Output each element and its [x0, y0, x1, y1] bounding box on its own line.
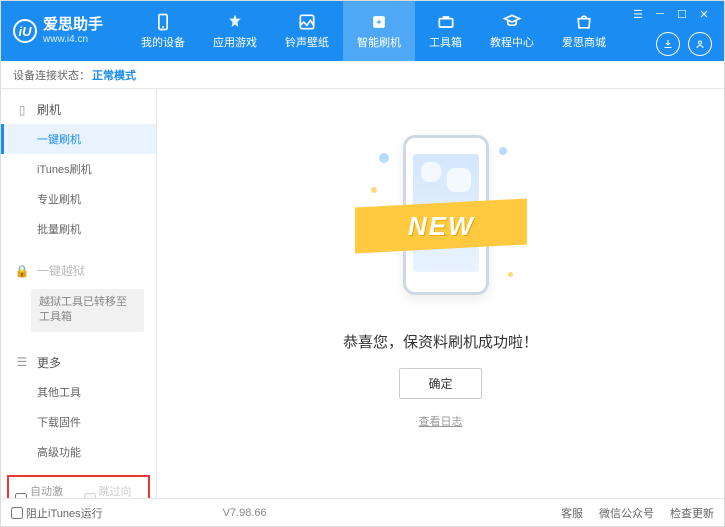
nav-apps-games[interactable]: 应用游戏	[199, 1, 271, 61]
sidebar-item-advanced[interactable]: 高级功能	[1, 437, 156, 467]
list-icon: ☰	[15, 355, 29, 369]
footer-check-update[interactable]: 检查更新	[670, 505, 714, 521]
phone-small-icon: ▯	[15, 103, 29, 117]
logo-icon: iU	[13, 19, 37, 43]
sidebar-item-other-tools[interactable]: 其他工具	[1, 377, 156, 407]
new-banner: NEW	[355, 198, 527, 253]
footer-support[interactable]: 客服	[561, 505, 583, 521]
sidebar-section-flash[interactable]: ▯ 刷机	[1, 95, 156, 124]
status-value: 正常模式	[92, 67, 136, 83]
sidebar-item-pro-flash[interactable]: 专业刷机	[1, 184, 156, 214]
phone-icon	[153, 12, 173, 32]
sidebar-item-one-click-flash[interactable]: 一键刷机	[1, 124, 156, 154]
footer-bar: 阻止iTunes运行 V7.98.66 客服 微信公众号 检查更新	[1, 498, 724, 526]
close-icon[interactable]: ✕	[696, 6, 712, 22]
view-log-link[interactable]: 查看日志	[419, 413, 463, 429]
maximize-icon[interactable]: ☐	[674, 6, 690, 22]
auto-activate-checkbox[interactable]: 自动激活	[15, 483, 74, 498]
flash-options-highlight: 自动激活 跳过向导	[7, 475, 150, 498]
sidebar-item-itunes-flash[interactable]: iTunes刷机	[1, 154, 156, 184]
sidebar-item-download-firmware[interactable]: 下载固件	[1, 407, 156, 437]
menu-icon[interactable]: ☰	[630, 6, 646, 22]
logo-area: iU 爱思助手 www.i4.cn	[13, 17, 103, 45]
sidebar-section-more[interactable]: ☰ 更多	[1, 348, 156, 377]
apps-icon	[225, 12, 245, 32]
nav-toolbox[interactable]: 工具箱	[415, 1, 476, 61]
jailbreak-moved-note: 越狱工具已转移至工具箱	[31, 289, 144, 332]
status-label: 设备连接状态：	[13, 67, 90, 83]
app-name: 爱思助手	[43, 17, 103, 34]
nav-store[interactable]: 爱思商城	[548, 1, 620, 61]
nav-my-device[interactable]: 我的设备	[127, 1, 199, 61]
ok-button[interactable]: 确定	[399, 368, 481, 399]
block-itunes-checkbox[interactable]: 阻止iTunes运行	[11, 505, 103, 521]
connection-status-bar: 设备连接状态： 正常模式	[1, 61, 724, 89]
nav-tutorial[interactable]: 教程中心	[476, 1, 548, 61]
flash-icon	[369, 12, 389, 32]
user-icon[interactable]	[688, 32, 712, 56]
download-icon[interactable]	[656, 32, 680, 56]
minimize-icon[interactable]: ─	[652, 6, 668, 22]
main-content: NEW 恭喜您，保资料刷机成功啦！ 确定 查看日志	[157, 89, 724, 498]
store-icon	[574, 12, 594, 32]
tutorial-icon	[502, 12, 522, 32]
top-nav: 我的设备 应用游戏 铃声壁纸 智能刷机 工具箱 教程中心 爱思商城	[127, 1, 630, 61]
lock-icon: 🔒	[15, 264, 29, 278]
app-url: www.i4.cn	[43, 34, 103, 45]
version-label: V7.98.66	[223, 507, 267, 519]
nav-ringtone-wallpaper[interactable]: 铃声壁纸	[271, 1, 343, 61]
footer-wechat[interactable]: 微信公众号	[599, 505, 654, 521]
sidebar-item-batch-flash[interactable]: 批量刷机	[1, 214, 156, 244]
nav-smart-flash[interactable]: 智能刷机	[343, 1, 415, 61]
sidebar-section-jailbreak: 🔒 一键越狱	[1, 256, 156, 285]
success-message: 恭喜您，保资料刷机成功啦！	[343, 331, 538, 352]
wallpaper-icon	[297, 12, 317, 32]
sidebar: ▯ 刷机 一键刷机 iTunes刷机 专业刷机 批量刷机 🔒 一键越狱 越狱工具…	[1, 89, 157, 498]
success-illustration: NEW	[361, 117, 521, 317]
window-controls: ☰ ─ ☐ ✕	[630, 6, 712, 56]
app-header: iU 爱思助手 www.i4.cn 我的设备 应用游戏 铃声壁纸 智能刷机 工具…	[1, 1, 724, 61]
toolbox-icon	[436, 12, 456, 32]
skip-guide-checkbox[interactable]: 跳过向导	[84, 483, 143, 498]
